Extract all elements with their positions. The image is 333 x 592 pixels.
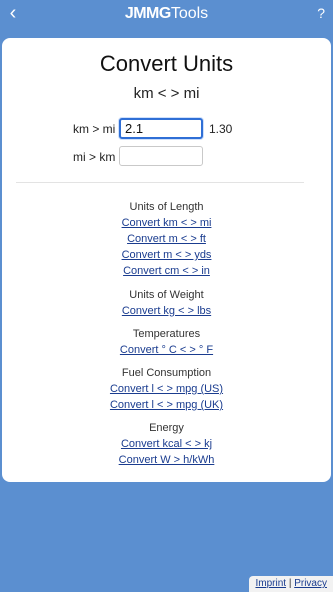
brand-logo: JMMGTools — [0, 4, 333, 24]
section-title-energy: Energy — [149, 422, 184, 434]
section-title-length: Units of Length — [129, 201, 204, 213]
footer-separator: | — [288, 578, 292, 589]
link-kg-lbs[interactable]: Convert kg < > lbs — [2, 304, 331, 318]
top-bar: ‹ JMMGTools ? — [0, 0, 333, 28]
mi-to-km-input[interactable] — [119, 146, 203, 166]
km-to-mi-result: 1.30 — [209, 122, 233, 136]
link-w-kwh[interactable]: Convert W > h/kWh — [2, 453, 331, 467]
km-to-mi-label: km > mi — [73, 122, 116, 136]
help-button[interactable]: ? — [317, 3, 325, 23]
link-m-ft[interactable]: Convert m < > ft — [2, 232, 331, 246]
page-subtitle: km < > mi — [133, 85, 200, 102]
brand-bold: JMMG — [124, 5, 172, 22]
link-l-mpg-uk[interactable]: Convert l < > mpg (UK) — [2, 398, 331, 412]
converter-card: Convert Units km < > mi km > mi 1.30 mi … — [2, 38, 331, 482]
link-m-yds[interactable]: Convert m < > yds — [2, 248, 331, 262]
km-to-mi-input[interactable] — [119, 118, 203, 139]
link-c-f[interactable]: Convert ° C < > ° F — [2, 343, 331, 357]
section-title-fuel: Fuel Consumption — [121, 367, 212, 379]
section-title-temperatures: Temperatures — [132, 328, 201, 340]
mi-to-km-label: mi > km — [73, 150, 116, 164]
page-title: Convert Units — [99, 51, 234, 76]
link-km-mi[interactable]: Convert km < > mi — [2, 216, 331, 230]
brand-rest: Tools — [170, 5, 209, 22]
imprint-link[interactable]: Imprint — [255, 578, 286, 589]
privacy-link[interactable]: Privacy — [294, 578, 327, 589]
link-kcal-kj[interactable]: Convert kcal < > kj — [2, 437, 331, 451]
footer: Imprint | Privacy — [249, 576, 333, 592]
link-l-mpg-us[interactable]: Convert l < > mpg (US) — [2, 382, 331, 396]
section-title-weight: Units of Weight — [129, 289, 204, 301]
divider — [16, 182, 304, 183]
link-cm-in[interactable]: Convert cm < > in — [2, 264, 331, 278]
